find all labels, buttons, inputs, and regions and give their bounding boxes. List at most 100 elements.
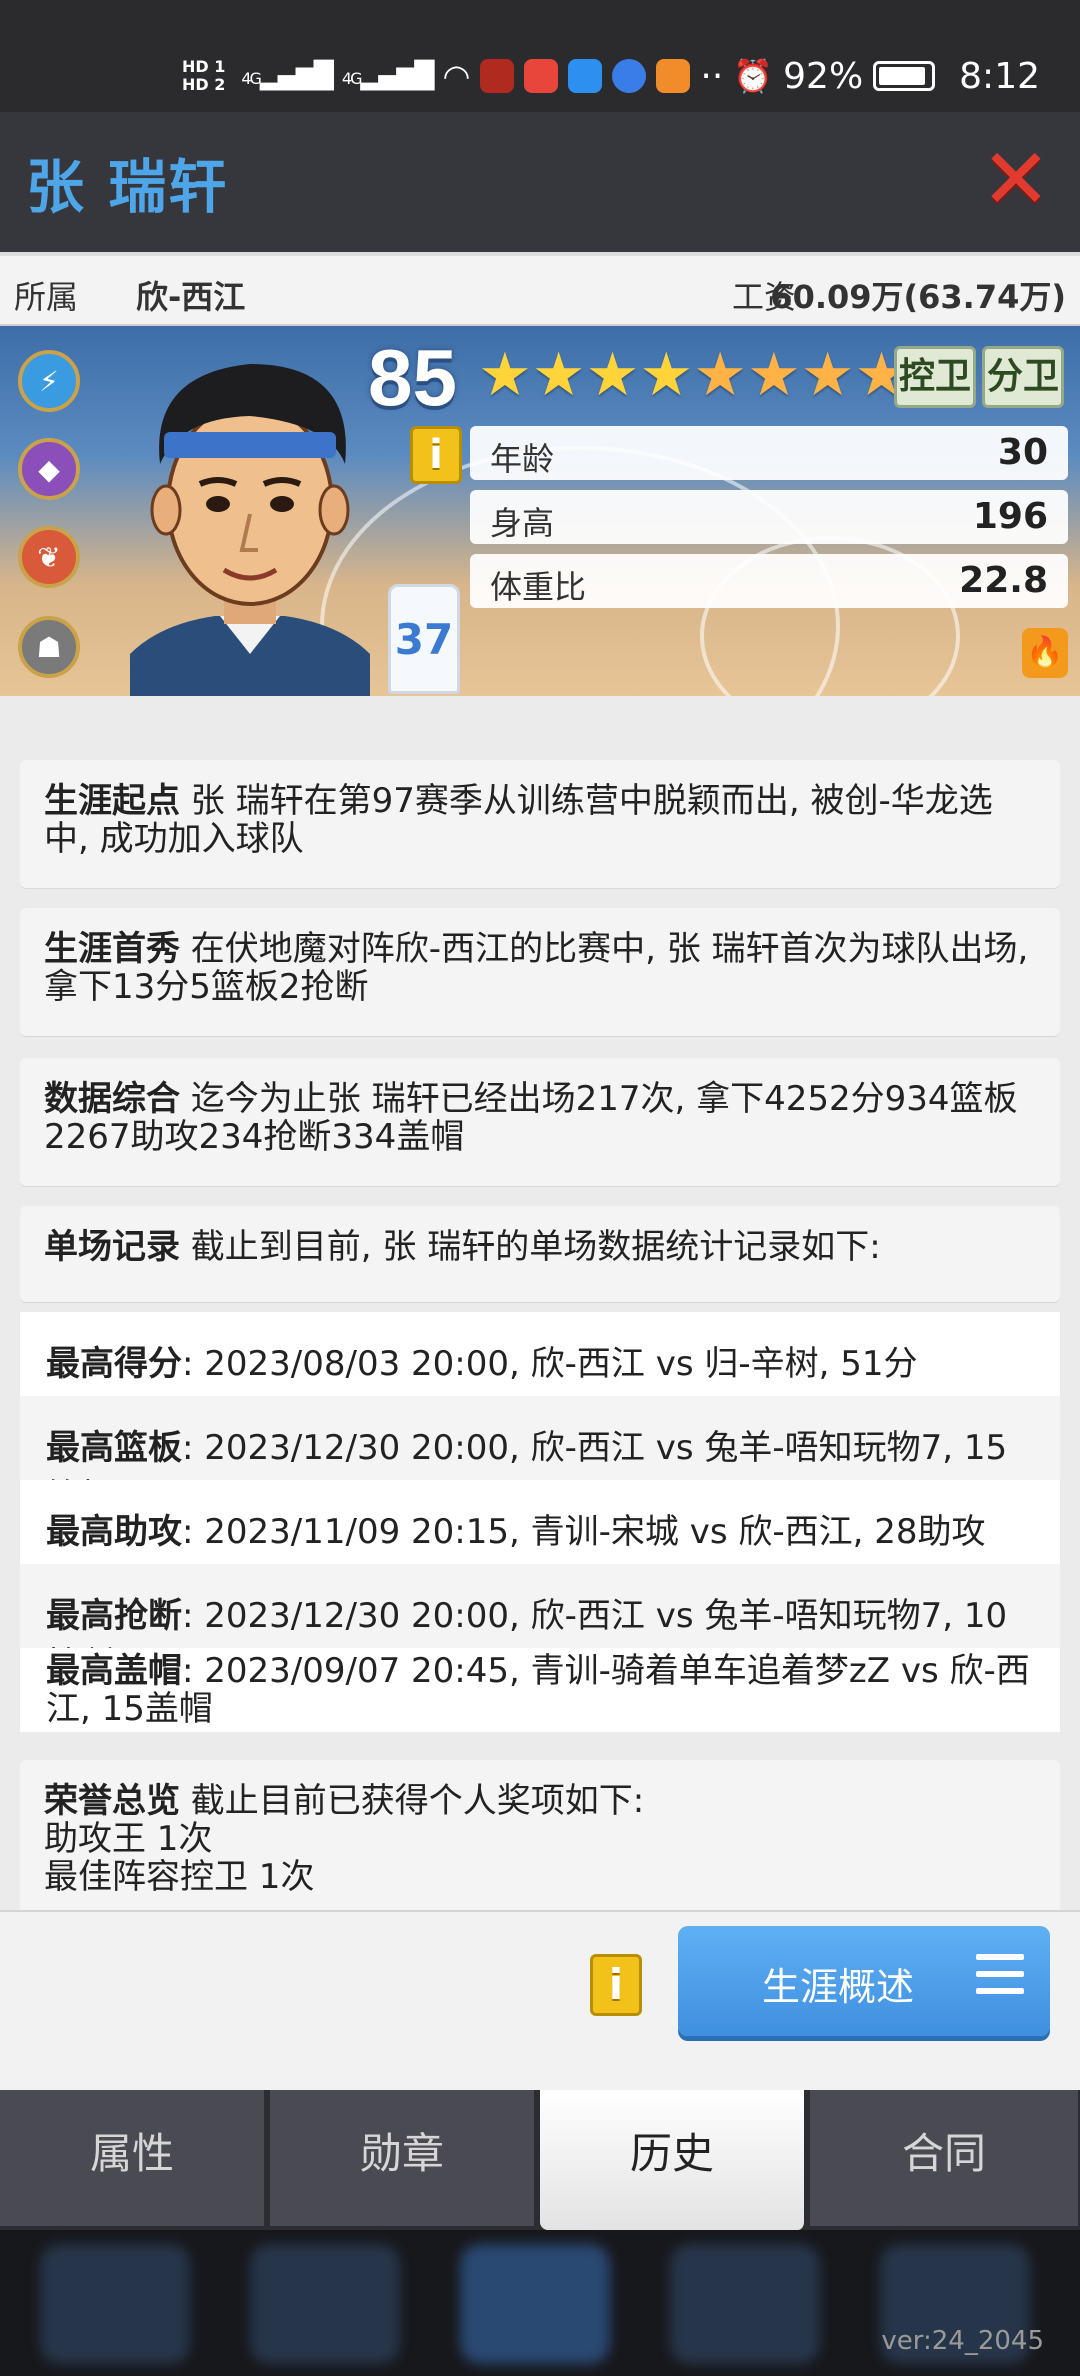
position-tag-2: 分卫 [982, 346, 1064, 408]
stat-row-age: 年龄 30 [470, 426, 1068, 480]
app-icon-blue [568, 59, 603, 93]
game-nav-footer: ver:24_2045 [0, 2230, 1080, 2376]
star-icon: ★ [585, 340, 640, 410]
career-start-title: 生涯起点 [44, 781, 180, 821]
record-text: : 2023/08/03 20:00, 欣-西江 vs 归-辛树, 51分 [182, 1344, 918, 1384]
jersey-number: 37 [388, 584, 460, 694]
career-debut-title: 生涯首秀 [44, 929, 180, 969]
record-row: 最高助攻: 2023/11/09 20:15, 青训-宋城 vs 欣-西江, 2… [20, 1480, 1060, 1564]
player-name: 张 瑞轩 [26, 153, 229, 221]
nav-icon-blurred [670, 2244, 820, 2364]
record-label: 最高盖帽 [46, 1651, 182, 1691]
sim2-label: HD 2 [181, 75, 226, 94]
info-icon[interactable]: i [410, 426, 462, 484]
star-icon: ★ [639, 340, 694, 410]
record-row: 最高抢断: 2023/12/30 20:00, 欣-西江 vs 兔羊-唔知玩物7… [20, 1564, 1060, 1685]
wifi-icon: ◠ [442, 57, 471, 95]
tab-badges[interactable]: 勋章 [270, 2090, 536, 2226]
app-notification-icon [480, 59, 515, 93]
record-text: : 2023/11/09 20:15, 青训-宋城 vs 欣-西江, 28助攻 [182, 1512, 986, 1552]
star-icon: ★ [693, 340, 747, 410]
signal-icon-2: 4G▂▄▆█ [341, 61, 435, 91]
stats-summary-text: 迄今为止张 瑞轩已经出场217次, 拿下4252分934篮板2267助攻234抢… [44, 1079, 1018, 1157]
stat-value: 196 [972, 496, 1048, 537]
status-icons: HD 1 HD 2 4G▂▄▆█ 4G▂▄▆█ ◠ ·· ⏰ 92% 8:12 [182, 46, 1040, 106]
stat-label: 体重比 [490, 568, 587, 606]
stats-summary-panel: 数据综合 迄今为止张 瑞轩已经出场217次, 拿下4252分934篮板2267助… [20, 1058, 1060, 1186]
honors-panel: 荣誉总览 截止目前已获得个人奖项如下: 助攻王 1次 最佳阵容控卫 1次 [20, 1760, 1060, 1910]
team-label: 所属 [14, 278, 79, 316]
record-row: 最高篮板: 2023/12/30 20:00, 欣-西江 vs 兔羊-唔知玩物7… [20, 1396, 1060, 1517]
record-label: 最高抢断 [46, 1596, 182, 1636]
sim1-label: HD 1 [181, 57, 226, 76]
honor-item: 助攻王 1次 [44, 1819, 213, 1859]
lightning-badge-icon[interactable]: ⚡ [18, 350, 80, 412]
salary-value: 60.09万(63.74万) [770, 278, 1066, 316]
stat-label: 年龄 [490, 440, 555, 478]
battery-percent: 92% [783, 55, 864, 97]
menu-icon [976, 1954, 1024, 2002]
stat-value: 22.8 [959, 560, 1048, 601]
star-icon: ★ [800, 340, 855, 410]
stat-row-height: 身高 196 [470, 490, 1068, 544]
nav-icon-blurred [250, 2244, 400, 2364]
honors-text: 截止目前已获得个人奖项如下: [180, 1781, 645, 1821]
position-tag-1: 控卫 [894, 346, 976, 408]
shield-badge-icon[interactable]: ◆ [18, 438, 80, 500]
fire-icon[interactable]: 🔥 [1022, 628, 1068, 678]
history-content[interactable]: 生涯起点 张 瑞轩在第97赛季从训练营中脱颖而出, 被创-华龙选中, 成功加入球… [0, 696, 1080, 1910]
info-icon[interactable]: i [590, 1954, 642, 2016]
honors-title: 荣誉总览 [44, 1781, 180, 1821]
video-app-icon [656, 59, 691, 93]
single-game-text: 截止到目前, 张 瑞轩的单场数据统计记录如下: [180, 1227, 881, 1267]
career-debut-panel: 生涯首秀 在伏地魔对阵欣-西江的比赛中, 张 瑞轩首次为球队出场, 拿下13分5… [20, 908, 1060, 1036]
battery-icon [873, 61, 936, 91]
nav-icon-blurred [40, 2244, 190, 2364]
weibo-icon [524, 59, 559, 93]
overall-rating: 85 [368, 333, 457, 422]
single-game-panel: 单场记录 截止到目前, 张 瑞轩的单场数据统计记录如下: [20, 1206, 1060, 1302]
star-icon: ★ [478, 340, 532, 410]
career-start-panel: 生涯起点 张 瑞轩在第97赛季从训练营中脱颖而出, 被创-华龙选中, 成功加入球… [20, 760, 1060, 888]
close-button[interactable]: ✕ [980, 137, 1052, 221]
stat-label: 身高 [490, 504, 555, 542]
tab-history[interactable]: 历史 [540, 2090, 806, 2230]
title-bar: 张 瑞轩 ✕ [0, 112, 1080, 252]
version-label: ver:24_2045 [881, 2326, 1044, 2356]
clock: 8:12 [959, 55, 1040, 97]
record-row: 最高得分: 2023/08/03 20:00, 欣-西江 vs 归-辛树, 51… [20, 1312, 1060, 1396]
team-salary-strip: 所属 欣-西江 工资 60.09万(63.74万) [0, 252, 1080, 326]
status-bar: HD 1 HD 2 4G▂▄▆█ 4G▂▄▆█ ◠ ·· ⏰ 92% 8:12 [0, 0, 1080, 112]
team-value: 欣-西江 [136, 278, 246, 316]
stat-row-weight-ratio: 体重比 22.8 [470, 554, 1068, 608]
career-debut-text: 在伏地魔对阵欣-西江的比赛中, 张 瑞轩首次为球队出场, 拿下13分5篮板2抢断 [44, 929, 1029, 1007]
player-portrait [130, 364, 370, 696]
record-row: 最高盖帽: 2023/09/07 20:45, 青训-骑着单车追着梦zZ vs … [20, 1648, 1060, 1732]
honor-item: 最佳阵容控卫 1次 [44, 1857, 315, 1897]
helmet-badge-icon[interactable]: ☗ [18, 616, 80, 678]
career-start-text: 张 瑞轩在第97赛季从训练营中脱颖而出, 被创-华龙选中, 成功加入球队 [44, 781, 993, 859]
star-icon: ★ [531, 340, 586, 410]
tab-bar: 属性 勋章 历史 合同 [0, 2090, 1080, 2230]
more-icon: ·· [700, 55, 724, 97]
player-card: ⚡ ◆ ❦ ☗ 37 85 ★★★★★★★★★ 控卫 分卫 i 年龄 30 身高… [0, 326, 1080, 696]
stats-summary-title: 数据综合 [44, 1079, 180, 1119]
career-summary-label: 生涯概述 [762, 1965, 915, 2009]
wing-badge-icon[interactable]: ❦ [18, 526, 80, 588]
record-text: : 2023/09/07 20:45, 青训-骑着单车追着梦zZ vs 欣-西江… [46, 1651, 1030, 1729]
record-label: 最高助攻 [46, 1512, 182, 1552]
browser-icon [612, 59, 647, 93]
nav-icon-blurred [460, 2244, 610, 2364]
record-label: 最高篮板 [46, 1428, 182, 1468]
signal-icon: 4G▂▄▆█ [241, 61, 334, 91]
record-label: 最高得分 [46, 1344, 182, 1384]
action-bar: i 生涯概述 [0, 1910, 1080, 2090]
star-icon: ★ [746, 340, 801, 410]
career-summary-button[interactable]: 生涯概述 [678, 1926, 1050, 2036]
tab-attributes[interactable]: 属性 [0, 2090, 266, 2226]
sim-indicator: HD 1 HD 2 [182, 58, 225, 94]
single-game-title: 单场记录 [44, 1227, 180, 1267]
alarm-icon: ⏰ [733, 57, 774, 95]
stat-value: 30 [997, 432, 1048, 473]
tab-contract[interactable]: 合同 [810, 2090, 1080, 2226]
